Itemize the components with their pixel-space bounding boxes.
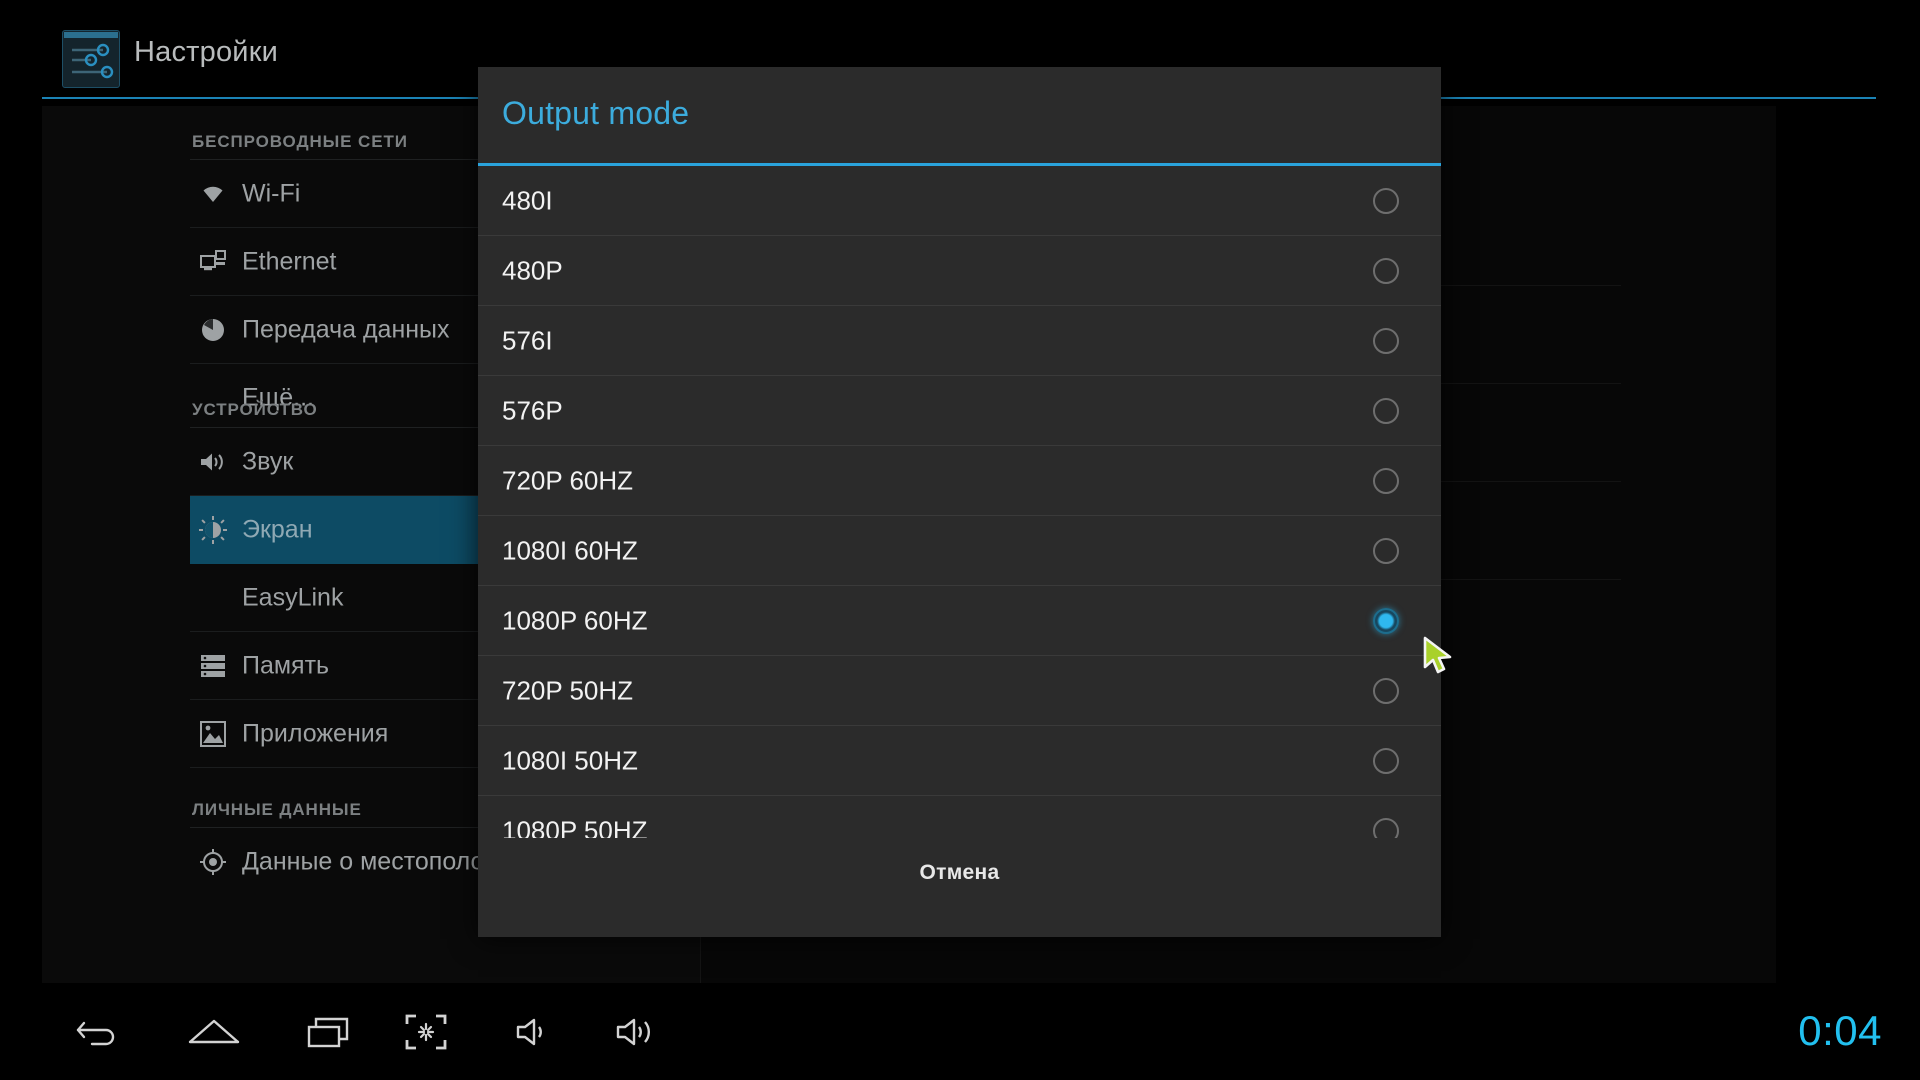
output-mode-option-list[interactable]: 480I 480P 576I 576P 720P 60HZ 1080I 60HZ 1080P… bbox=[478, 166, 1441, 838]
sidebar-item-label: Звук bbox=[242, 448, 293, 477]
sound-icon bbox=[198, 447, 228, 477]
output-mode-option[interactable]: 720P 60HZ bbox=[478, 446, 1441, 516]
recents-icon[interactable] bbox=[296, 1003, 368, 1061]
output-mode-option[interactable]: 480P bbox=[478, 236, 1441, 306]
clock: 0:04 bbox=[1798, 1007, 1882, 1055]
home-icon[interactable] bbox=[178, 1003, 250, 1061]
option-label: 576P bbox=[502, 395, 563, 426]
sidebar-group-wireless-label: БЕСПРОВОДНЫЕ СЕТИ bbox=[192, 132, 408, 152]
output-mode-option[interactable]: 576I bbox=[478, 306, 1441, 376]
sidebar-group-personal-label: ЛИЧНЫЕ ДАННЫЕ bbox=[192, 800, 362, 820]
settings-screen: Настройки БЕСПРОВОДНЫЕ СЕТИ Wi-Fi bbox=[0, 0, 1920, 1080]
sidebar-item-label: Передача данных bbox=[242, 316, 450, 345]
sidebar-item-label: Память bbox=[242, 652, 329, 681]
option-label: 1080I 50HZ bbox=[502, 745, 638, 776]
option-label: 480P bbox=[502, 255, 563, 286]
volume-down-icon[interactable] bbox=[500, 1003, 572, 1061]
apps-icon bbox=[198, 719, 228, 749]
option-label: 480I bbox=[502, 185, 553, 216]
storage-icon bbox=[198, 651, 228, 681]
display-brightness-icon bbox=[198, 515, 228, 545]
output-mode-option[interactable]: 1080I 50HZ bbox=[478, 726, 1441, 796]
sidebar-item-label: Ethernet bbox=[242, 248, 337, 277]
system-navigation-bar: 0:04 bbox=[0, 983, 1920, 1080]
option-label: 1080P 60HZ bbox=[502, 605, 648, 636]
sidebar-item-label: Приложения bbox=[242, 720, 388, 749]
output-mode-option[interactable]: 576P bbox=[478, 376, 1441, 446]
sidebar-group-device-label: УСТРОЙСТВО bbox=[192, 400, 318, 420]
output-mode-dialog: Output mode 480I 480P 576I 576P 720P 60HZ 108… bbox=[478, 67, 1441, 937]
radio-button[interactable] bbox=[1373, 398, 1399, 424]
screenshot-icon[interactable] bbox=[390, 1003, 462, 1061]
output-mode-option[interactable]: 480I bbox=[478, 166, 1441, 236]
location-icon bbox=[198, 847, 228, 877]
data-usage-icon bbox=[198, 315, 228, 345]
page-title: Настройки bbox=[134, 36, 278, 69]
option-label: 576I bbox=[502, 325, 553, 356]
radio-button[interactable] bbox=[1373, 188, 1399, 214]
option-label: 1080I 60HZ bbox=[502, 535, 638, 566]
sidebar-item-label: Экран bbox=[242, 516, 313, 545]
dialog-footer: Отмена bbox=[478, 838, 1441, 937]
dialog-title: Output mode bbox=[502, 95, 689, 132]
radio-button[interactable] bbox=[1373, 468, 1399, 494]
back-icon[interactable] bbox=[62, 1003, 134, 1061]
option-label: 720P 60HZ bbox=[502, 465, 633, 496]
volume-up-icon[interactable] bbox=[602, 1003, 674, 1061]
radio-button[interactable] bbox=[1373, 328, 1399, 354]
output-mode-option[interactable]: 720P 50HZ bbox=[478, 656, 1441, 726]
radio-button[interactable] bbox=[1373, 538, 1399, 564]
radio-button-selected[interactable] bbox=[1373, 608, 1399, 634]
radio-button[interactable] bbox=[1373, 678, 1399, 704]
output-mode-option[interactable]: 1080I 60HZ bbox=[478, 516, 1441, 586]
settings-sliders-icon bbox=[62, 30, 120, 88]
radio-button[interactable] bbox=[1373, 258, 1399, 284]
sidebar-item-label: Wi-Fi bbox=[242, 180, 300, 209]
wifi-icon bbox=[198, 179, 228, 209]
output-mode-option[interactable]: 1080P 60HZ bbox=[478, 586, 1441, 656]
cancel-button[interactable]: Отмена bbox=[478, 838, 1441, 908]
radio-button[interactable] bbox=[1373, 748, 1399, 774]
option-label: 720P 50HZ bbox=[502, 675, 633, 706]
sidebar-item-label: EasyLink bbox=[242, 584, 343, 613]
ethernet-icon bbox=[198, 247, 228, 277]
